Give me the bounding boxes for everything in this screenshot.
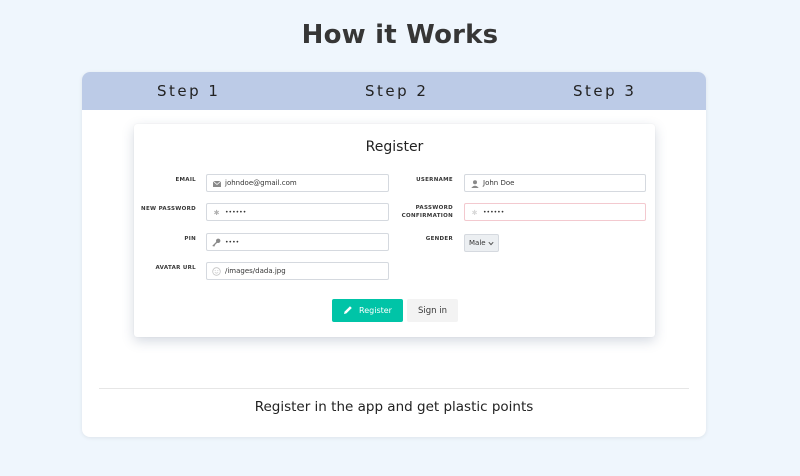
user-icon [470,179,479,188]
smiley-icon [212,267,221,276]
register-button[interactable]: Register [332,299,403,322]
chevron-down-icon [488,240,494,248]
pin-value: •••• [225,238,240,246]
username-label: USERNAME [416,177,453,183]
divider [99,388,689,389]
new-password-field[interactable]: ✱ •••••• [206,203,389,221]
username-value: John Doe [483,179,515,187]
gender-selected-value: Male [469,239,486,247]
step-caption: Register in the app and get plastic poin… [254,399,534,415]
username-field[interactable]: John Doe [464,174,646,192]
form-title: Register [365,139,424,155]
password-confirmation-value: •••••• [483,208,505,216]
email-value: johndoe@gmail.com [225,179,297,187]
new-password-value: •••••• [225,208,247,216]
page-title: How it Works [301,20,499,50]
key-icon [212,238,221,247]
email-label: EMAIL [175,177,196,183]
email-field[interactable]: johndoe@gmail.com [206,174,389,192]
password-confirmation-field[interactable]: ✱ •••••• [464,203,646,221]
register-form: Register EMAIL johndoe@gmail.com USERNAM… [134,124,655,337]
password-confirmation-label: PASSWORD CONFIRMATION [394,204,453,220]
password-confirmation-label-line1: PASSWORD [415,205,453,211]
asterisk-icon: ✱ [471,208,478,217]
tab-step-1[interactable]: Step 1 [157,82,220,100]
pin-field[interactable]: •••• [206,233,389,251]
steps-tab-bar: Step 1 Step 2 Step 3 [82,72,706,110]
gender-label: GENDER [425,236,453,242]
new-password-label: NEW PASSWORD [141,206,196,212]
avatar-url-label: AVATAR URL [155,265,196,271]
tab-step-2[interactable]: Step 2 [365,82,428,100]
pin-label: PIN [184,236,196,242]
register-button-label: Register [359,306,392,315]
asterisk-icon: ✱ [213,208,220,217]
steps-card: Step 1 Step 2 Step 3 Register EMAIL john… [82,72,706,437]
signin-button[interactable]: Sign in [407,299,458,322]
password-confirmation-label-line2: CONFIRMATION [401,213,453,219]
gender-select[interactable]: Male [464,234,499,252]
avatar-url-field[interactable]: /images/dada.jpg [206,262,389,280]
avatar-url-value: /images/dada.jpg [225,267,286,275]
tab-step-3[interactable]: Step 3 [573,82,636,100]
pencil-icon [343,305,353,317]
envelope-icon [212,179,221,188]
